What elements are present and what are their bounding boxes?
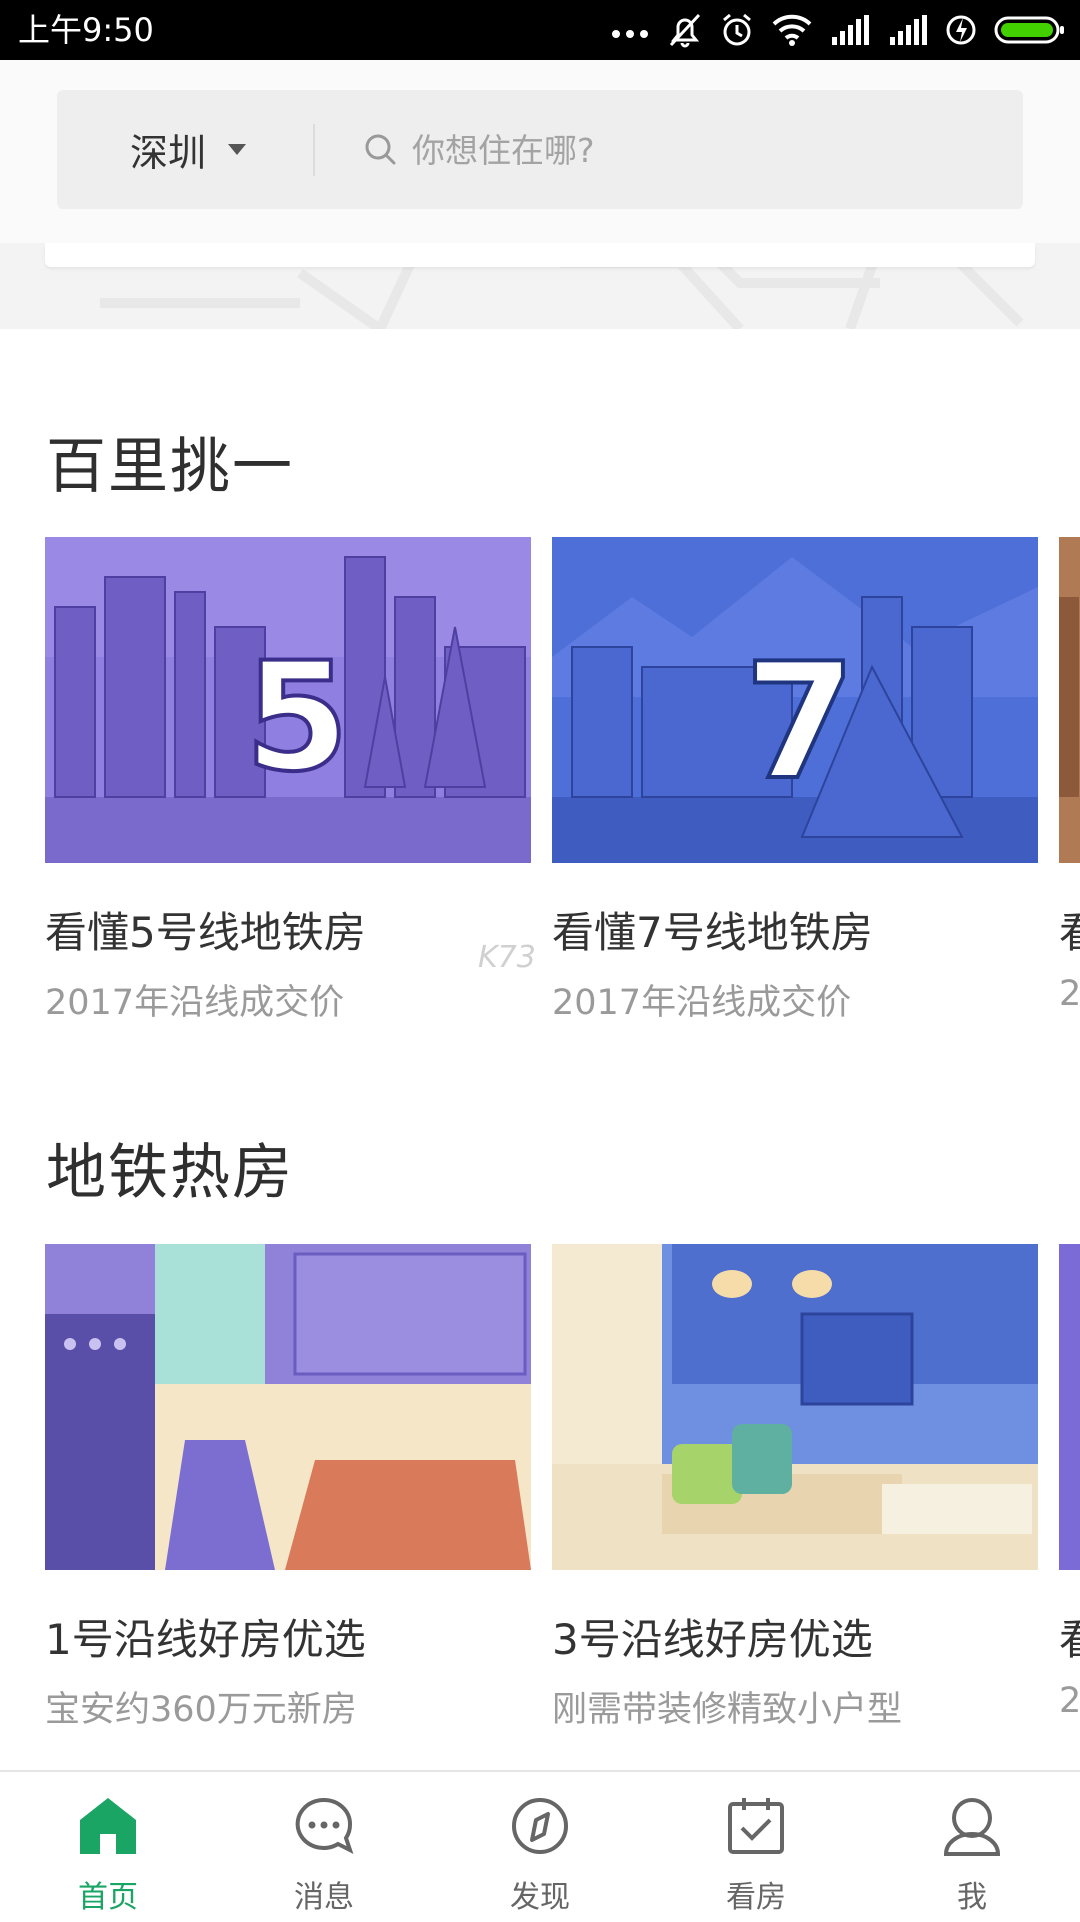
line-number-badge: 7 [744, 628, 855, 815]
card-line7[interactable]: 7 看懂7号线地铁房 2017年沿线成交价 [552, 537, 1038, 1025]
search-divider [313, 124, 315, 176]
metro-homes-row: 1号沿线好房优选 宝安约360万元新房 3号沿线好房优选 刚需带装修精致小户型 … [0, 1244, 1080, 1784]
line-number-badge: 5 [245, 631, 349, 805]
card-subtitle: 2017年沿线成交价 [552, 983, 852, 1023]
bottom-tab-bar: 首页 消息 发现 看房 我 [0, 1770, 1080, 1922]
card-title: 看 [1059, 899, 1080, 960]
search-header: 深圳 [0, 60, 1080, 243]
search-icon [365, 134, 396, 165]
status-icons [610, 10, 1066, 50]
section-title-bailitiaoyi: 百里挑一 [46, 432, 294, 502]
tab-messages[interactable]: 消息 [216, 1772, 432, 1922]
battery-icon [994, 16, 1064, 44]
tab-label: 我 [957, 1880, 987, 1915]
card-image-livingroom [552, 1244, 1038, 1570]
tab-home[interactable]: 首页 [0, 1772, 216, 1922]
card-subtitle: 2017年沿线成交价 [45, 983, 345, 1023]
alarm-icon [723, 13, 751, 46]
tab-me[interactable]: 我 [864, 1772, 1080, 1922]
tab-viewings[interactable]: 看房 [648, 1772, 864, 1922]
card-title: 看 [1059, 1606, 1080, 1667]
watermark: K73 [478, 940, 536, 975]
card-partial[interactable]: 看 2 [1059, 537, 1080, 1014]
search-input[interactable] [412, 120, 972, 180]
user-icon [943, 1798, 1001, 1856]
more-dots-icon [612, 30, 648, 38]
charging-icon [946, 15, 976, 45]
card-subtitle: 2 [1059, 974, 1080, 1014]
status-bar: 上午9:50 [0, 0, 1080, 60]
card-image-line7: 7 [552, 537, 1038, 863]
tab-label: 发现 [510, 1880, 570, 1915]
city-selector[interactable]: 深圳 [130, 90, 247, 209]
card-line3-homes[interactable]: 3号沿线好房优选 刚需带装修精致小户型 [552, 1244, 1038, 1732]
map-banner-strip [0, 243, 1080, 329]
section-title-ditierefang: 地铁热房 [46, 1138, 294, 1208]
card-image-partial-2 [1059, 1244, 1080, 1570]
home-icon [80, 1798, 136, 1854]
tab-label: 首页 [78, 1880, 138, 1915]
tab-label: 看房 [726, 1880, 786, 1915]
banner-card-edge [45, 243, 1035, 267]
calendar-check-icon [728, 1798, 784, 1854]
card-title: 看懂7号线地铁房 [552, 908, 873, 957]
featured-row: 5 看懂5号线地铁房 2017年沿线成交价 7 看懂7号线地铁房 2017年沿线… [0, 537, 1080, 1077]
status-time: 上午9:50 [18, 11, 154, 49]
signal-icon [832, 15, 869, 45]
card-subtitle: 2 [1059, 1681, 1080, 1721]
mute-icon [669, 13, 701, 48]
card-image-line5: 5 [45, 537, 531, 863]
tab-label: 消息 [294, 1880, 354, 1915]
wifi-icon [772, 14, 812, 46]
card-subtitle: 刚需带装修精致小户型 [552, 1690, 903, 1730]
card-title: 看懂5号线地铁房 [45, 908, 366, 957]
card-line1-homes[interactable]: 1号沿线好房优选 宝安约360万元新房 [45, 1244, 531, 1732]
card-subtitle: 宝安约360万元新房 [45, 1690, 357, 1730]
compass-icon [512, 1798, 568, 1854]
city-label: 深圳 [130, 131, 207, 175]
card-image-partial [1059, 537, 1080, 863]
card-image-kitchen [45, 1244, 531, 1570]
signal-icon-2 [890, 15, 927, 45]
card-partial-2[interactable]: 看 2 [1059, 1244, 1080, 1721]
dropdown-caret-icon [228, 144, 247, 155]
card-title: 1号沿线好房优选 [45, 1615, 366, 1664]
card-line5[interactable]: 5 看懂5号线地铁房 2017年沿线成交价 [45, 537, 531, 1025]
tab-discover[interactable]: 发现 [432, 1772, 648, 1922]
search-bar: 深圳 [57, 90, 1023, 209]
message-icon [295, 1797, 354, 1854]
card-title: 3号沿线好房优选 [552, 1615, 873, 1664]
